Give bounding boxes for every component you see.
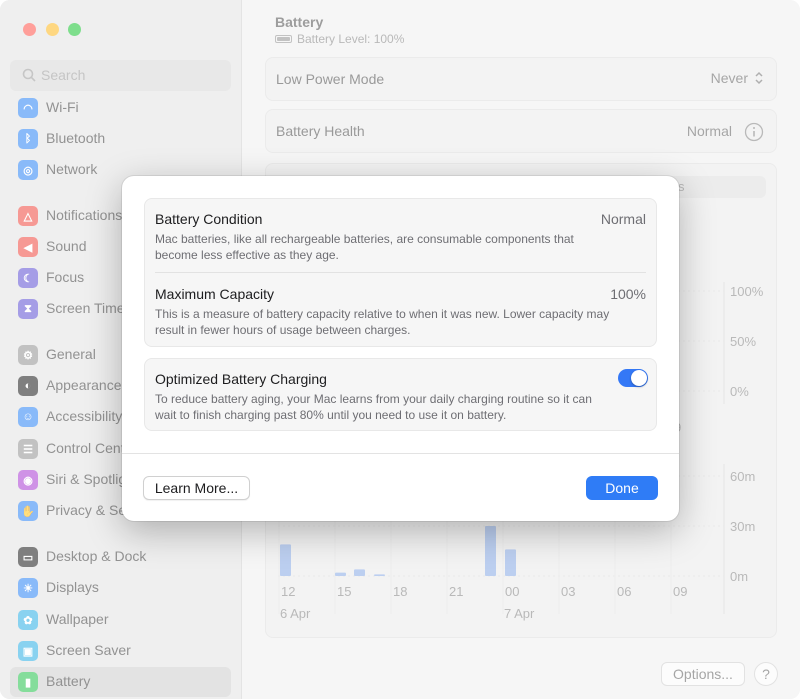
maximum-capacity-title: Maximum Capacity [155,286,275,302]
battery-condition-description: Mac batteries, like all rechargeable bat… [155,232,574,262]
battery-condition-title: Battery Condition [155,211,263,227]
maximum-capacity-description: This is a measure of battery capacity re… [155,307,610,337]
done-button[interactable]: Done [586,476,658,500]
toggle-knob [631,370,647,386]
optimized-charging-title: Optimized Battery Charging [155,371,327,387]
learn-more-button[interactable]: Learn More... [143,476,250,500]
optimized-charging-toggle[interactable] [618,369,648,387]
optimized-charging-group: Optimized Battery Charging To reduce bat… [144,358,657,431]
optimized-charging-description: To reduce battery aging, your Mac learns… [155,392,592,422]
battery-health-sheet: Battery Condition Normal Mac batteries, … [122,176,679,521]
system-settings-window: Search ◠ Wi-Fi ᛒ Bluetooth ◎ Network △ Notifica… [0,0,800,699]
maximum-capacity-value: 100% [610,286,646,302]
group-divider [155,272,646,273]
battery-health-details-group: Battery Condition Normal Mac batteries, … [144,198,657,347]
battery-condition-value: Normal [600,211,646,227]
sheet-footer-divider [122,453,679,454]
